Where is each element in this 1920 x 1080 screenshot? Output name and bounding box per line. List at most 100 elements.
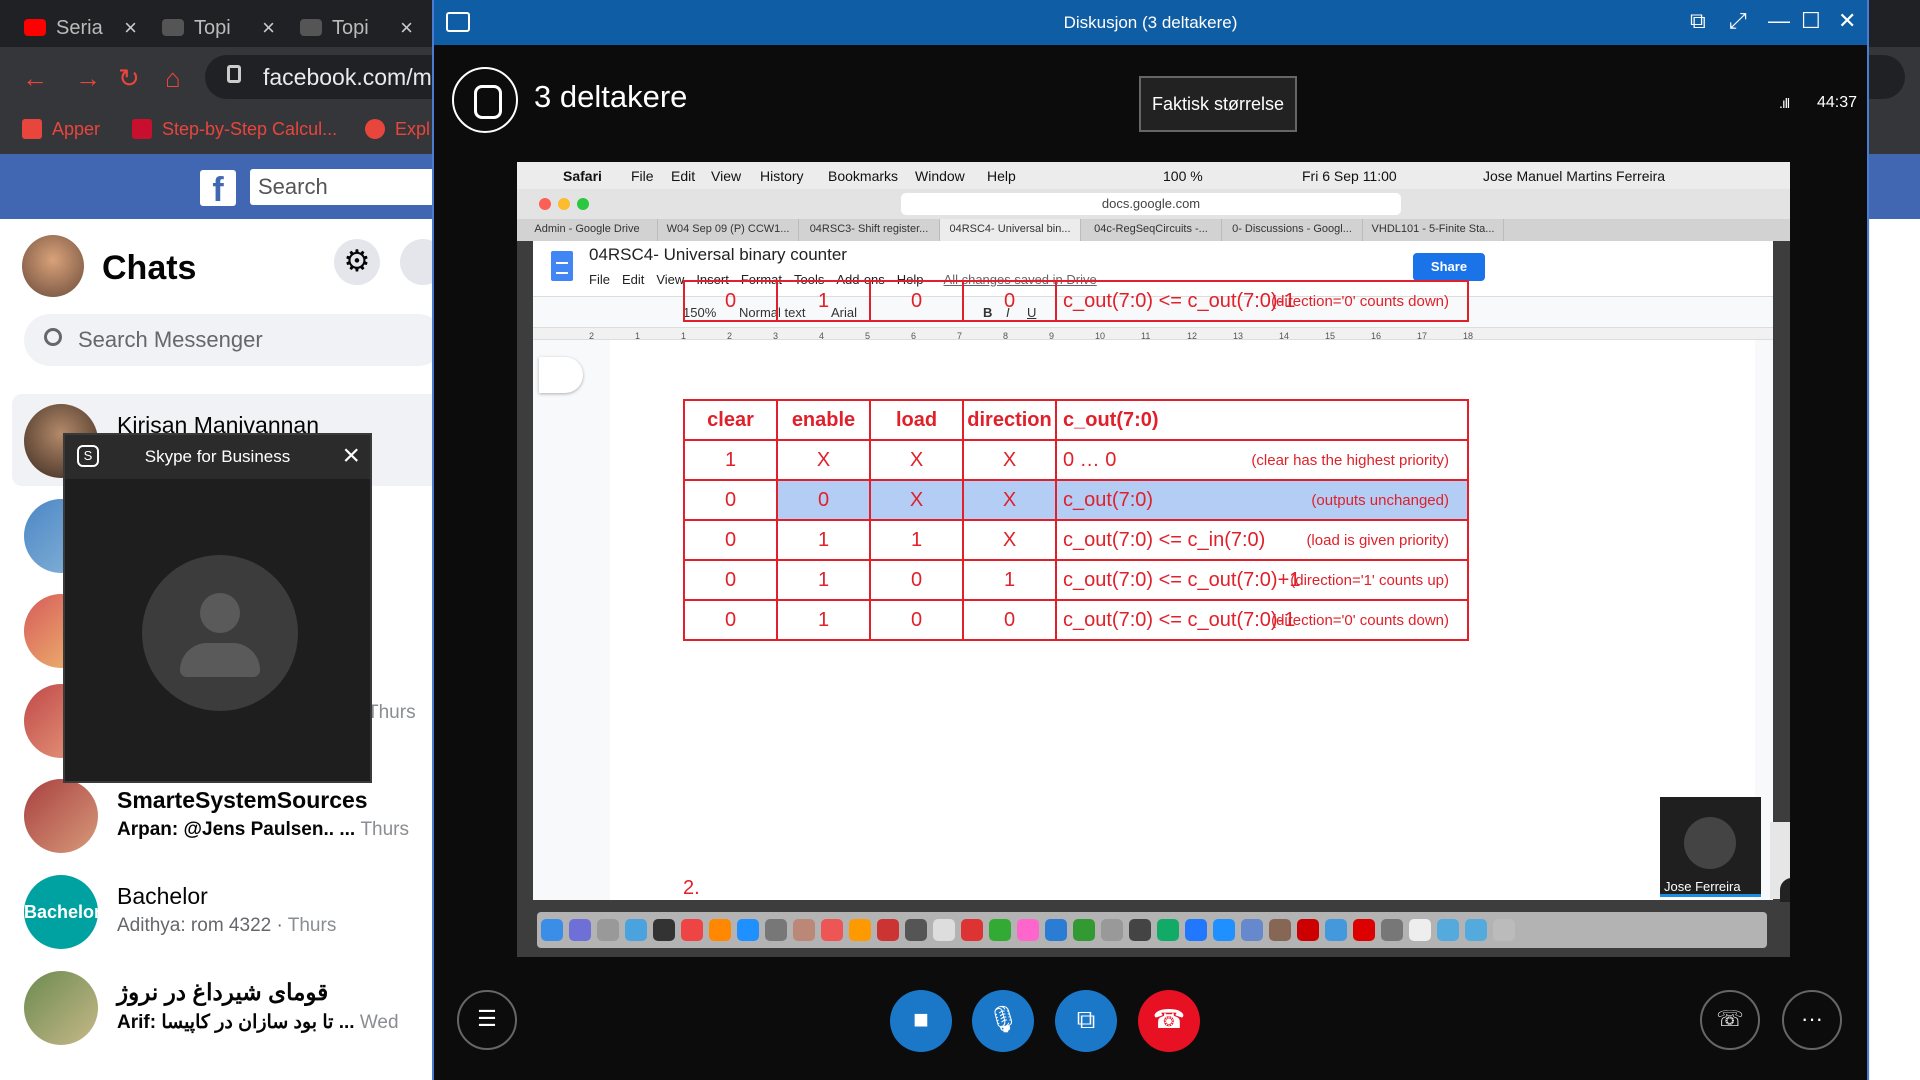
call-controls-button[interactable]: ☏ (1700, 990, 1760, 1050)
avatar (142, 555, 298, 711)
apps-grid-icon (22, 119, 42, 139)
safari-tab: 04c-RegSeqCircuits -... (1081, 219, 1222, 241)
bookmark-1[interactable]: Step-by-Step Calcul... (132, 119, 337, 140)
avatar (24, 971, 98, 1045)
chat-name: SmarteSystemSources (117, 787, 368, 813)
section-number: 2. (683, 877, 700, 899)
column-header: c_out(7:0) (1055, 399, 1469, 441)
menu-item: Help (987, 168, 1016, 184)
safari-tab: VHDL101 - 5-Finite Sta... (1363, 219, 1504, 241)
menu-item: File (631, 168, 654, 184)
mac-dock (537, 912, 1767, 948)
zoom-dot-icon (577, 198, 589, 210)
safari-tab-active: 04RSC4- Universal bin... (940, 219, 1081, 241)
signal-strength-icon: .ıll (1779, 95, 1790, 111)
table-cell: 0 (962, 280, 1057, 322)
video-button[interactable]: ■ (890, 990, 952, 1052)
share-screen-icon: ⧉ (1076, 1004, 1096, 1034)
truth-table: clear enable load direction c_out(7:0) 1… (683, 399, 1469, 641)
safari-tab: W04 Sep 09 (P) CCW1... (658, 219, 799, 241)
docs-icon (551, 251, 573, 281)
popup-header: S Skype for Business × (65, 435, 370, 479)
table-row: 1XXX 0 … 0 (clear has the highest priorit… (683, 439, 1469, 481)
search-messenger-input[interactable]: Search Messenger (24, 314, 444, 366)
back-icon[interactable]: ← (22, 63, 48, 94)
skype-meeting-window: Diskusjon (3 deltakere) ⧉ ⤢ — ☐ ✕ 3 delt… (432, 0, 1869, 1080)
minimize-dot-icon (558, 198, 570, 210)
close-icon[interactable]: × (124, 15, 137, 41)
menu-item: Edit (671, 168, 696, 184)
table-row: 0100 c_out(7:0) <= c_out(7:0)-1 (directio… (683, 599, 1469, 641)
forward-icon[interactable]: → (75, 63, 101, 94)
table-header-row: clear enable load direction c_out(7:0) (683, 399, 1469, 441)
avatar[interactable] (22, 235, 84, 297)
actual-size-tooltip: Faktisk størrelse (1139, 76, 1297, 132)
chat-button[interactable]: ☰ (457, 990, 517, 1050)
layout-icon[interactable]: ⧉ (1690, 8, 1706, 34)
mute-button[interactable]: 🎙 (972, 990, 1034, 1052)
chat-name: قومای شیرداغ در نروژ (117, 979, 329, 1005)
facebook-search-input[interactable]: Search (250, 169, 450, 205)
bookmark-2[interactable]: Expl (365, 119, 430, 140)
battery-status: 100 % (1163, 168, 1203, 184)
close-icon[interactable]: × (342, 439, 360, 473)
chat-time: Thurs (367, 702, 416, 723)
safari-toolbar: docs.google.com (517, 189, 1790, 219)
participant-name: Jose Ferreira (1664, 879, 1741, 894)
safari-tab: 0- Discussions - Googl... (1222, 219, 1363, 241)
meeting-header: 3 deltakere Faktisk størrelse .ıll 44:37 (434, 45, 1867, 155)
truth-table-fragment: 0 1 0 0 c_out(7:0) <= c_out(7:0)-1 (direc… (683, 280, 1469, 322)
fullscreen-icon[interactable]: ⤢ (1729, 8, 1747, 34)
gear-icon[interactable]: ⚙ (334, 239, 380, 285)
participants-icon[interactable] (452, 67, 518, 133)
maximize-button[interactable]: ☐ (1801, 8, 1821, 34)
call-timer: 44:37 (1817, 94, 1858, 111)
home-icon[interactable]: ⌂ (165, 63, 181, 94)
menu-item: Window (915, 168, 965, 184)
browser-tab-0[interactable]: Seria × (12, 8, 147, 47)
browser-tab-label: Topi (194, 17, 231, 39)
self-video-tile[interactable] (1770, 822, 1790, 902)
column-header: direction (962, 399, 1057, 441)
chat-item-persian-group[interactable]: قومای شیرداغ در نروژ Arif: تا بود سازان … (12, 961, 442, 1053)
close-button[interactable]: ✕ (1838, 8, 1856, 34)
column-header: load (869, 399, 964, 441)
menu-item: History (760, 168, 804, 184)
doc-ruler: 2 1 1 2 3 4 5 6 7 8 9 10 11 12 13 14 15 16 17 18 (533, 328, 1773, 341)
chat-name: Bachelor (117, 883, 208, 909)
browser-tab-1[interactable]: Topi × (150, 8, 285, 47)
table-cell: 0 (683, 280, 778, 322)
safari-tabs: Admin - Google Drive W04 Sep 09 (P) CCW1… (517, 219, 1790, 241)
chat-preview: Adithya: rom 4322 · Thurs (117, 915, 337, 936)
minimize-button[interactable]: — (1768, 8, 1790, 34)
window-titlebar: Diskusjon (3 deltakere) ⧉ ⤢ — ☐ ✕ (434, 0, 1867, 45)
clock: Fri 6 Sep 11:00 (1302, 168, 1397, 184)
microphone-icon: 🎙 (986, 1004, 1020, 1034)
opera-icon (365, 119, 385, 139)
bookmark-0[interactable]: Apper (22, 119, 100, 140)
site-favicon-icon (300, 19, 322, 36)
participant-tile[interactable]: Jose Ferreira (1660, 797, 1761, 897)
facebook-logo-icon[interactable]: f (200, 170, 236, 209)
chat-item-bachelor[interactable]: Bachelor Bachelor Adithya: rom 4322 · Th… (12, 865, 442, 957)
hang-up-icon: ☎ (1152, 1004, 1186, 1034)
close-icon[interactable]: × (400, 15, 413, 41)
avatar (1684, 817, 1736, 869)
chat-preview: Arif: تا بود سازان در کاپیسا ... Wed (117, 1012, 399, 1033)
browser-tab-2[interactable]: Topi × (288, 8, 423, 47)
bookmark-favicon-icon (132, 119, 152, 139)
more-options-button[interactable]: ··· (1782, 990, 1842, 1050)
present-button[interactable]: ⧉ (1055, 990, 1117, 1052)
close-dot-icon (539, 198, 551, 210)
browser-tab-label: Topi (332, 17, 369, 39)
close-icon[interactable]: × (262, 15, 275, 41)
shared-screen[interactable]: Safari File Edit View History Bookmarks … (517, 162, 1790, 957)
reload-icon[interactable]: ↻ (118, 63, 140, 94)
more-icon: ··· (1801, 1006, 1823, 1031)
skype-for-business-popup[interactable]: S Skype for Business × (63, 433, 372, 783)
avatar: Bachelor (24, 875, 101, 949)
doc-title: 04RSC4- Universal binary counter (589, 245, 847, 264)
page-title: Chats (102, 249, 197, 287)
hang-up-button[interactable]: ☎ (1138, 990, 1200, 1052)
search-placeholder: Search Messenger (78, 327, 263, 352)
